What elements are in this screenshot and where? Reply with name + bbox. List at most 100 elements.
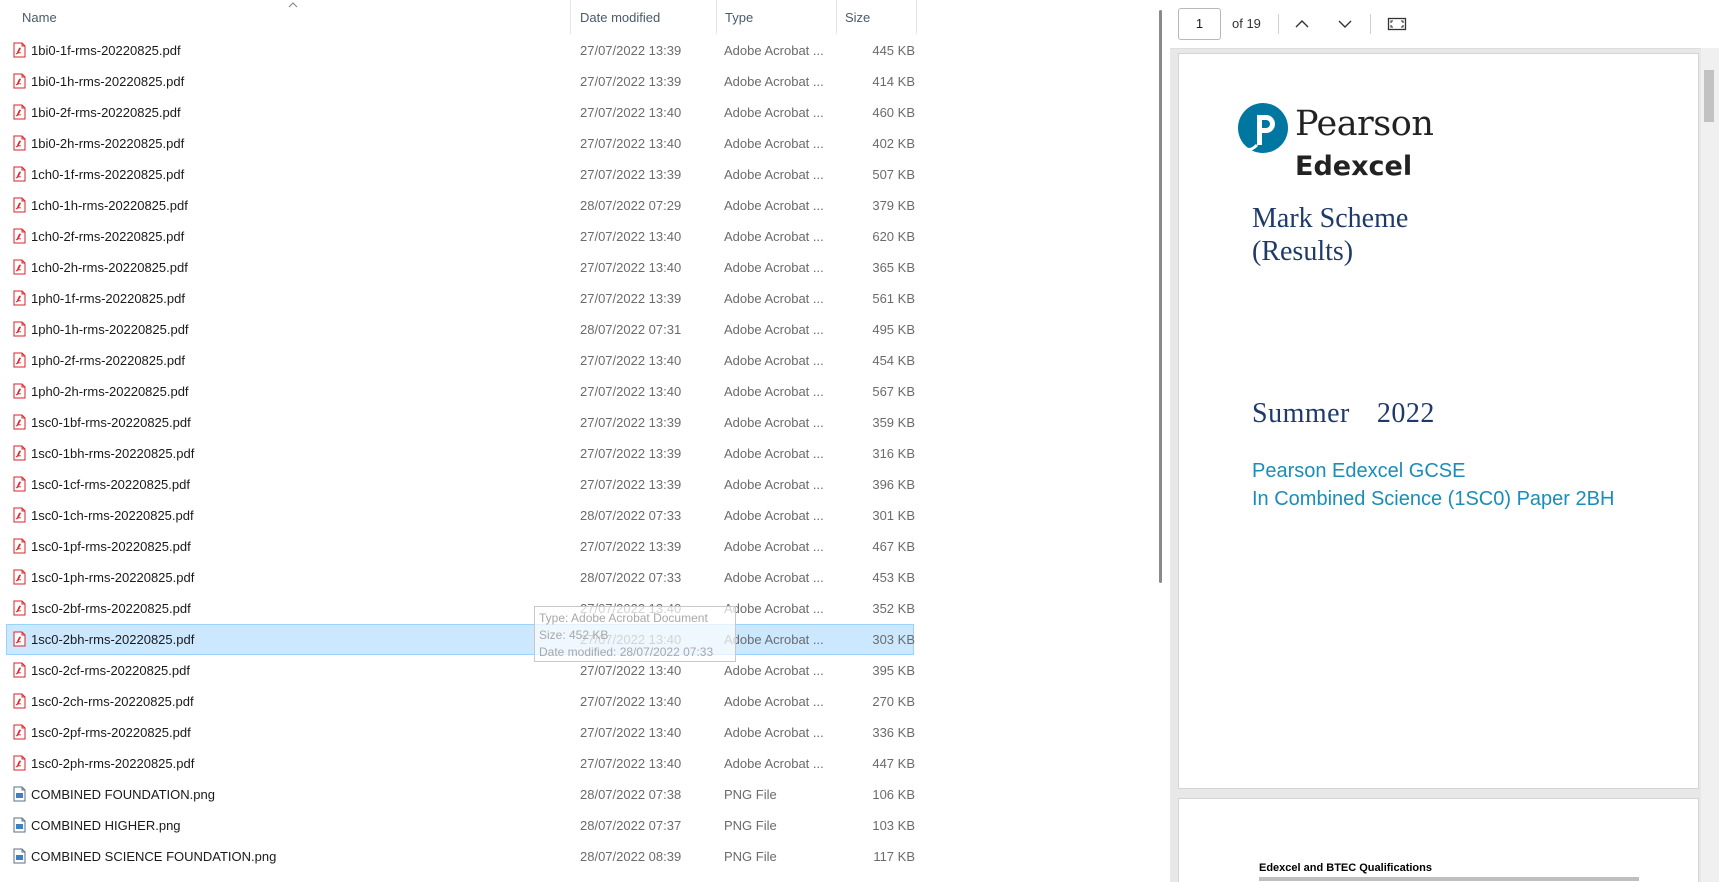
file-size: 395 KB bbox=[872, 663, 915, 678]
file-row[interactable]: 1bi0-2f-rms-20220825.pdf 27/07/2022 13:40… bbox=[6, 97, 915, 128]
file-row[interactable]: 1sc0-1pf-rms-20220825.pdf 27/07/2022 13:3… bbox=[6, 531, 915, 562]
page2-heading: Edexcel and BTEC Qualifications bbox=[1259, 862, 1432, 874]
file-row[interactable]: 1sc0-1cf-rms-20220825.pdf 27/07/2022 13:3… bbox=[6, 469, 915, 500]
file-row[interactable]: 1ph0-1f-rms-20220825.pdf 27/07/2022 13:39… bbox=[6, 283, 915, 314]
file-row[interactable]: 1ch0-2f-rms-20220825.pdf 27/07/2022 13:40… bbox=[6, 221, 915, 252]
file-date-modified: 28/07/2022 07:38 bbox=[580, 787, 682, 802]
file-size: 567 KB bbox=[872, 384, 915, 399]
pdf-file-icon bbox=[13, 352, 26, 368]
column-header-size[interactable]: Size bbox=[837, 0, 917, 34]
toolbar-divider bbox=[1370, 14, 1371, 34]
file-name: 1sc0-2bf-rms-20220825.pdf bbox=[31, 601, 191, 616]
file-row[interactable]: COMBINED SCIENCE FOUNDATION.png 28/07/202… bbox=[6, 841, 915, 872]
document-title: Mark Scheme (Results) bbox=[1252, 202, 1408, 268]
pdf-file-icon bbox=[13, 414, 26, 430]
file-name: 1sc0-1ph-rms-20220825.pdf bbox=[31, 570, 195, 585]
file-row[interactable]: 1sc0-2bf-rms-20220825.pdf27/07/2022 13:4… bbox=[6, 593, 915, 624]
file-date-modified: 27/07/2022 13:39 bbox=[580, 477, 682, 492]
file-type: Adobe Acrobat ... bbox=[724, 508, 824, 523]
file-row[interactable]: 1sc0-2bh-rms-20220825.pdf27/07/2022 13:4… bbox=[6, 624, 915, 655]
file-size: 316 KB bbox=[872, 446, 915, 461]
file-row[interactable]: 1ch0-1f-rms-20220825.pdf 27/07/2022 13:39… bbox=[6, 159, 915, 190]
tooltip-type: Type: Adobe Acrobat Document bbox=[539, 611, 708, 625]
file-size: 117 KB bbox=[873, 849, 915, 864]
page-number-input[interactable]: 1 bbox=[1178, 8, 1221, 40]
preview-scrollbar[interactable] bbox=[1701, 48, 1719, 882]
file-size: 270 KB bbox=[872, 694, 915, 709]
pdf-file-icon bbox=[13, 445, 26, 461]
file-type: Adobe Acrobat ... bbox=[724, 632, 824, 647]
file-row[interactable]: 1sc0-1bh-rms-20220825.pdf 27/07/2022 13:3… bbox=[6, 438, 915, 469]
fit-page-button[interactable] bbox=[1384, 12, 1410, 36]
file-size: 495 KB bbox=[872, 322, 915, 337]
pdf-file-icon bbox=[13, 259, 26, 275]
file-row[interactable]: 1ph0-2f-rms-20220825.pdf 27/07/2022 13:40… bbox=[6, 345, 915, 376]
pdf-file-icon bbox=[13, 73, 26, 89]
file-type: Adobe Acrobat ... bbox=[724, 570, 824, 585]
qualification: Pearson Edexcel GCSE In Combined Science… bbox=[1252, 457, 1614, 513]
pdf-file-icon bbox=[13, 600, 26, 616]
tooltip-size: Size: 452 KB bbox=[539, 628, 609, 642]
file-type: Adobe Acrobat ... bbox=[724, 322, 824, 337]
file-row[interactable]: 1bi0-1f-rms-20220825.pdf 27/07/2022 13:39… bbox=[6, 35, 915, 66]
file-row[interactable]: COMBINED FOUNDATION.png 28/07/2022 07:38 P… bbox=[6, 779, 915, 810]
file-row[interactable]: 1ph0-1h-rms-20220825.pdf 28/07/2022 07:31… bbox=[6, 314, 915, 345]
file-size: 445 KB bbox=[872, 43, 915, 58]
file-date-modified: 28/07/2022 07:31 bbox=[580, 322, 682, 337]
file-date-modified: 28/07/2022 07:37 bbox=[580, 818, 682, 833]
file-size: 507 KB bbox=[872, 167, 915, 182]
file-name: 1sc0-2cf-rms-20220825.pdf bbox=[31, 663, 190, 678]
file-row[interactable]: 1bi0-1h-rms-20220825.pdf 27/07/2022 13:39… bbox=[6, 66, 915, 97]
file-date-modified: 27/07/2022 13:40 bbox=[580, 260, 682, 275]
file-list-scrollbar[interactable] bbox=[1159, 10, 1162, 583]
file-row[interactable]: 1sc0-2ph-rms-20220825.pdf 27/07/2022 13:4… bbox=[6, 748, 915, 779]
file-row[interactable]: 1sc0-2pf-rms-20220825.pdf 27/07/2022 13:4… bbox=[6, 717, 915, 748]
preview-scrollbar-thumb[interactable] bbox=[1704, 70, 1714, 122]
file-name: 1bi0-1h-rms-20220825.pdf bbox=[31, 74, 185, 89]
file-row[interactable]: COMBINED HIGHER.png 28/07/2022 07:37 PNG F… bbox=[6, 810, 915, 841]
file-row[interactable]: 1ph0-2h-rms-20220825.pdf 27/07/2022 13:40… bbox=[6, 376, 915, 407]
file-row[interactable]: 1sc0-1bf-rms-20220825.pdf 27/07/2022 13:3… bbox=[6, 407, 915, 438]
pdf-file-icon bbox=[13, 755, 26, 771]
file-date-modified: 27/07/2022 13:39 bbox=[580, 43, 682, 58]
file-size: 460 KB bbox=[872, 105, 915, 120]
previous-page-button[interactable] bbox=[1289, 12, 1315, 36]
column-header-type[interactable]: Type bbox=[717, 0, 837, 34]
file-type: Adobe Acrobat ... bbox=[724, 167, 824, 182]
file-size: 402 KB bbox=[872, 136, 915, 151]
file-date-modified: 27/07/2022 13:40 bbox=[580, 725, 682, 740]
pdf-page-1: Pearson Edexcel Mark Scheme (Results) Su… bbox=[1178, 53, 1699, 789]
file-type: Adobe Acrobat ... bbox=[724, 105, 824, 120]
preview-pane: 1 of 19 Pearson Edexcel Mark Scheme (Res… bbox=[1170, 0, 1719, 882]
file-name: 1sc0-2bh-rms-20220825.pdf bbox=[31, 632, 195, 647]
column-header-name[interactable]: Name bbox=[14, 0, 571, 34]
pdf-file-icon bbox=[13, 538, 26, 554]
file-row[interactable]: 1ch0-1h-rms-20220825.pdf 28/07/2022 07:29… bbox=[6, 190, 915, 221]
file-date-modified: 27/07/2022 13:40 bbox=[580, 229, 682, 244]
file-row[interactable]: 1sc0-1ch-rms-20220825.pdf 28/07/2022 07:3… bbox=[6, 500, 915, 531]
file-name: 1sc0-1bf-rms-20220825.pdf bbox=[31, 415, 191, 430]
file-row[interactable]: 1sc0-2ch-rms-20220825.pdf 27/07/2022 13:4… bbox=[6, 686, 915, 717]
file-name: 1ph0-1h-rms-20220825.pdf bbox=[31, 322, 189, 337]
file-size: 620 KB bbox=[872, 229, 915, 244]
file-size: 453 KB bbox=[872, 570, 915, 585]
file-row[interactable]: 1sc0-1ph-rms-20220825.pdf 28/07/2022 07:3… bbox=[6, 562, 915, 593]
file-size: 447 KB bbox=[872, 756, 915, 771]
qualification-line2: In Combined Science (1SC0) Paper 2BH bbox=[1252, 488, 1615, 510]
pdf-file-icon bbox=[13, 42, 26, 58]
pdf-toolbar: 1 of 19 bbox=[1170, 0, 1719, 49]
file-type: Adobe Acrobat ... bbox=[724, 663, 824, 678]
pdf-file-icon bbox=[13, 476, 26, 492]
file-date-modified: 27/07/2022 13:40 bbox=[580, 353, 682, 368]
file-type: Adobe Acrobat ... bbox=[724, 415, 824, 430]
document-title-line1: Mark Scheme bbox=[1252, 203, 1409, 234]
next-page-button[interactable] bbox=[1332, 12, 1358, 36]
file-date-modified: 27/07/2022 13:39 bbox=[580, 446, 682, 461]
file-row[interactable]: 1sc0-2cf-rms-20220825.pdf 27/07/2022 13:4… bbox=[6, 655, 915, 686]
file-name: 1bi0-2f-rms-20220825.pdf bbox=[31, 105, 181, 120]
file-row[interactable]: 1bi0-2h-rms-20220825.pdf 27/07/2022 13:40… bbox=[6, 128, 915, 159]
column-header-date-modified[interactable]: Date modified bbox=[572, 0, 717, 34]
file-type: Adobe Acrobat ... bbox=[724, 260, 824, 275]
document-title-line2: (Results) bbox=[1252, 236, 1354, 267]
file-row[interactable]: 1ch0-2h-rms-20220825.pdf 27/07/2022 13:40… bbox=[6, 252, 915, 283]
